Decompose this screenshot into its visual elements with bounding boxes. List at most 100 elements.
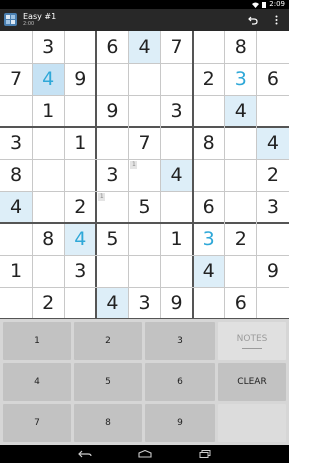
- key-5[interactable]: 5: [74, 363, 142, 401]
- sudoku-cell[interactable]: [161, 63, 193, 95]
- sudoku-cell[interactable]: 3: [0, 127, 32, 159]
- sudoku-cell[interactable]: [225, 191, 257, 223]
- app-logo-icon[interactable]: [3, 12, 18, 27]
- sudoku-cell[interactable]: 9: [161, 287, 193, 319]
- sudoku-cell[interactable]: 6: [96, 31, 128, 63]
- sudoku-cell[interactable]: 9: [64, 63, 96, 95]
- sudoku-cell[interactable]: 3: [64, 255, 96, 287]
- sudoku-cell[interactable]: [64, 287, 96, 319]
- sudoku-cell[interactable]: 9: [257, 255, 289, 287]
- sudoku-cell[interactable]: 1: [64, 127, 96, 159]
- sudoku-cell[interactable]: [32, 159, 64, 191]
- sudoku-cell[interactable]: [257, 95, 289, 127]
- sudoku-cell[interactable]: [128, 255, 160, 287]
- sudoku-cell[interactable]: 4: [0, 191, 33, 223]
- back-button[interactable]: [76, 448, 94, 460]
- sudoku-cell[interactable]: [96, 127, 128, 159]
- sudoku-cell[interactable]: [32, 127, 64, 159]
- sudoku-cell[interactable]: 3: [193, 223, 225, 255]
- cell-divider: [31, 31, 33, 319]
- sudoku-cell[interactable]: 2: [193, 63, 225, 95]
- sudoku-cell[interactable]: [96, 63, 128, 95]
- key-label: 4: [34, 377, 40, 387]
- sudoku-cell[interactable]: [0, 31, 32, 63]
- sudoku-cell[interactable]: [128, 63, 160, 95]
- sudoku-cell[interactable]: 7: [0, 63, 32, 95]
- undo-button[interactable]: [246, 13, 260, 27]
- sudoku-cell[interactable]: 3: [96, 159, 128, 191]
- sudoku-cell[interactable]: [161, 191, 193, 223]
- key-9[interactable]: 9: [145, 404, 215, 442]
- sudoku-cell[interactable]: [257, 223, 289, 255]
- sudoku-cell[interactable]: 8: [225, 31, 257, 63]
- sudoku-cell[interactable]: 4: [224, 95, 257, 127]
- sudoku-cell[interactable]: 1: [96, 191, 128, 223]
- sudoku-cell[interactable]: 1: [32, 95, 64, 127]
- sudoku-cell[interactable]: 8: [32, 223, 64, 255]
- sudoku-cell[interactable]: 2: [64, 191, 96, 223]
- sudoku-cell[interactable]: 2: [257, 159, 289, 191]
- sudoku-cell[interactable]: [128, 223, 160, 255]
- sudoku-cell[interactable]: [193, 31, 225, 63]
- sudoku-cell[interactable]: [225, 255, 257, 287]
- sudoku-cell[interactable]: 1: [128, 159, 160, 191]
- sudoku-cell[interactable]: 4: [160, 159, 193, 191]
- sudoku-cell[interactable]: [225, 127, 257, 159]
- sudoku-cell[interactable]: [64, 95, 96, 127]
- sudoku-cell[interactable]: 2: [32, 287, 64, 319]
- sudoku-cell[interactable]: 5: [128, 191, 160, 223]
- sudoku-cell[interactable]: [161, 255, 193, 287]
- key-6[interactable]: 6: [145, 363, 215, 401]
- key-4[interactable]: 4: [3, 363, 71, 401]
- sudoku-cell[interactable]: 1: [161, 223, 193, 255]
- sudoku-cell[interactable]: 4: [64, 223, 97, 255]
- sudoku-cell[interactable]: [32, 191, 64, 223]
- overflow-menu-button[interactable]: [270, 13, 282, 27]
- sudoku-cell[interactable]: 6: [225, 287, 257, 319]
- sudoku-cell[interactable]: 9: [96, 95, 128, 127]
- clear-button[interactable]: CLEAR: [218, 363, 286, 401]
- notes-button[interactable]: NOTES: [218, 322, 286, 360]
- sudoku-cell[interactable]: [0, 95, 32, 127]
- key-1[interactable]: 1: [3, 322, 71, 360]
- sudoku-cell[interactable]: 7: [161, 31, 193, 63]
- sudoku-cell[interactable]: 2: [225, 223, 257, 255]
- sudoku-cell[interactable]: 3: [257, 191, 289, 223]
- key-2[interactable]: 2: [74, 322, 142, 360]
- sudoku-cell[interactable]: 8: [193, 127, 225, 159]
- sudoku-cell[interactable]: [193, 287, 225, 319]
- sudoku-cell[interactable]: 6: [193, 191, 225, 223]
- sudoku-cell[interactable]: [193, 159, 225, 191]
- sudoku-cell[interactable]: 6: [257, 63, 289, 95]
- sudoku-cell[interactable]: 4: [256, 127, 289, 159]
- sudoku-cell[interactable]: 8: [0, 159, 32, 191]
- sudoku-cell[interactable]: [0, 287, 32, 319]
- sudoku-cell[interactable]: [225, 159, 257, 191]
- sudoku-cell[interactable]: [193, 95, 225, 127]
- sudoku-cell[interactable]: 3: [32, 31, 64, 63]
- key-7[interactable]: 7: [3, 404, 71, 442]
- sudoku-cell[interactable]: 4: [32, 63, 65, 95]
- sudoku-cell[interactable]: 1: [0, 255, 32, 287]
- sudoku-cell[interactable]: 3: [161, 95, 193, 127]
- sudoku-cell[interactable]: [257, 31, 289, 63]
- sudoku-cell[interactable]: [128, 95, 160, 127]
- sudoku-cell[interactable]: 4: [192, 255, 225, 287]
- sudoku-cell[interactable]: [96, 255, 128, 287]
- sudoku-cell[interactable]: 4: [128, 31, 161, 63]
- sudoku-cell[interactable]: [0, 223, 32, 255]
- sudoku-cell[interactable]: 7: [128, 127, 160, 159]
- key-8[interactable]: 8: [74, 404, 142, 442]
- sudoku-cell[interactable]: [257, 287, 289, 319]
- sudoku-cell[interactable]: 3: [128, 287, 160, 319]
- sudoku-cell[interactable]: 5: [96, 223, 128, 255]
- sudoku-cell[interactable]: [64, 159, 96, 191]
- sudoku-cell[interactable]: 3: [225, 63, 257, 95]
- sudoku-cell[interactable]: [161, 127, 193, 159]
- sudoku-cell[interactable]: [64, 31, 96, 63]
- home-button[interactable]: [136, 448, 154, 460]
- recents-button[interactable]: [196, 448, 214, 460]
- sudoku-cell[interactable]: 4: [96, 287, 129, 319]
- key-3[interactable]: 3: [145, 322, 215, 360]
- sudoku-cell[interactable]: [32, 255, 64, 287]
